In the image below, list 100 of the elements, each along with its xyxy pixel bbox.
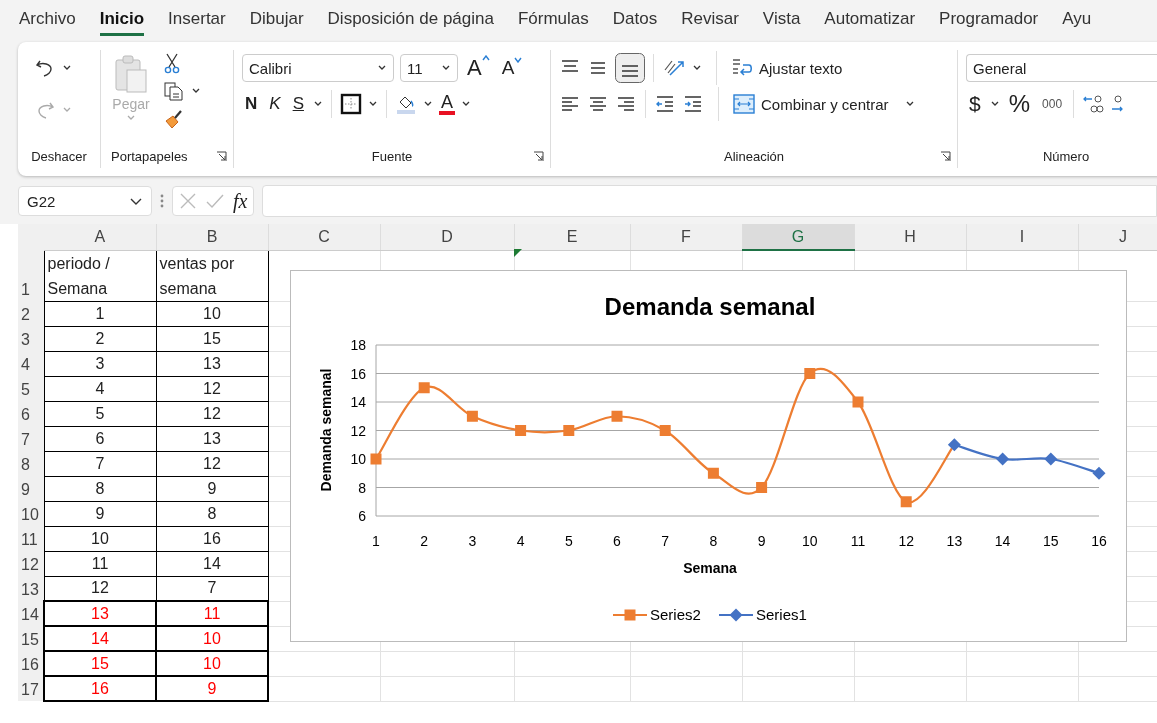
column-header[interactable]: E	[514, 224, 630, 250]
number-format-field[interactable]: General	[966, 54, 1157, 82]
column-header[interactable]: G	[742, 224, 854, 250]
formula-input[interactable]	[262, 185, 1157, 217]
row-header[interactable]: 3	[18, 326, 44, 351]
caret-icon[interactable]	[692, 64, 702, 72]
row-header[interactable]: 15	[18, 626, 44, 651]
caret-icon[interactable]	[312, 100, 323, 108]
launcher-icon[interactable]	[940, 151, 951, 162]
ribbon-tab[interactable]: Datos	[612, 4, 658, 36]
bold-button[interactable]: N	[242, 94, 261, 114]
column-header[interactable]: H	[854, 224, 966, 250]
tick-label: 16	[350, 365, 366, 382]
row-header[interactable]: 8	[18, 451, 44, 476]
row-header[interactable]: 16	[18, 651, 44, 676]
caret-icon[interactable]	[989, 100, 1000, 108]
table-cell: 15	[44, 651, 156, 676]
group-label: Deshacer	[31, 148, 87, 164]
underline-button[interactable]: S	[289, 94, 307, 114]
ribbon-tab[interactable]: Ayu	[1062, 4, 1092, 36]
font-color-button[interactable]: A	[438, 93, 455, 115]
grow-font-button[interactable]: A	[464, 55, 493, 81]
currency-button[interactable]: $	[966, 92, 984, 116]
caret-icon[interactable]	[367, 100, 378, 108]
row-header[interactable]: 5	[18, 376, 44, 401]
row-header[interactable]: 7	[18, 426, 44, 451]
borders-icon[interactable]	[339, 93, 362, 115]
launcher-icon[interactable]	[216, 151, 227, 162]
ribbon-tab[interactable]: Fórmulas	[517, 4, 589, 36]
square-data-point	[418, 382, 430, 394]
caret-icon[interactable]	[441, 64, 451, 72]
ribbon-tab[interactable]: Disposición de página	[327, 4, 494, 36]
row-header[interactable]: 11	[18, 526, 44, 551]
percent-button[interactable]: %	[1005, 90, 1034, 118]
table-cell: 6	[44, 426, 156, 451]
caret-icon[interactable]	[129, 196, 143, 206]
row-header[interactable]: 14	[18, 601, 44, 626]
row-header[interactable]: 2	[18, 301, 44, 326]
ribbon-tab[interactable]: Insertar	[168, 4, 226, 36]
row-header[interactable]: 9	[18, 476, 44, 501]
group-label: Número	[1042, 148, 1090, 164]
increase-indent-icon[interactable]	[682, 93, 704, 115]
italic-button[interactable]: K	[266, 94, 284, 114]
tick-label: 15	[1043, 533, 1059, 549]
caret-icon[interactable]	[461, 100, 471, 108]
increase-decimal-icon[interactable]	[1082, 93, 1105, 115]
chart[interactable]: Demanda semanal 6 8 10 12 14 16 18 1 2 3 4 5 6 7 8 9 10 11 12 13 14 15 16 Semana Demanda semanal Series2 Series1	[290, 270, 1127, 642]
caret-icon[interactable]	[191, 87, 201, 95]
scissors-icon[interactable]	[163, 52, 181, 74]
column-header[interactable]: D	[380, 224, 514, 250]
shrink-font-button[interactable]: A	[498, 57, 526, 79]
launcher-icon[interactable]	[533, 151, 544, 162]
row-header[interactable]: 4	[18, 351, 44, 376]
table-cell: 12	[156, 376, 268, 401]
row-header[interactable]: 6	[18, 401, 44, 426]
ribbon-tab[interactable]: Programador	[939, 4, 1039, 36]
column-header[interactable]: C	[268, 224, 380, 250]
row-header[interactable]: 13	[18, 576, 44, 601]
axis-title: Demanda semanal	[318, 368, 334, 492]
ribbon-tab[interactable]: Automatizar	[824, 4, 916, 36]
ribbon-tab[interactable]: Dibujar	[249, 4, 304, 36]
font-size-field[interactable]: 11	[400, 54, 458, 82]
insert-function-button[interactable]: fx	[233, 189, 248, 213]
column-header[interactable]: A	[44, 224, 156, 250]
tick-label: 16	[1091, 533, 1107, 549]
tick-label: 6	[358, 508, 366, 524]
ribbon-tab[interactable]: Revisar	[681, 4, 739, 36]
table-cell: 10	[44, 526, 156, 551]
tick-label: 12	[350, 422, 366, 439]
column-header[interactable]: J	[1078, 224, 1157, 250]
group-label: Portapapeles	[111, 148, 188, 164]
drag-handle-icon[interactable]	[160, 194, 164, 208]
square-data-point	[852, 396, 864, 408]
row-header[interactable]: 10	[18, 501, 44, 526]
column-header[interactable]: B	[156, 224, 268, 250]
brush-icon[interactable]	[163, 108, 185, 130]
ribbon-tab[interactable]: Vista	[762, 4, 801, 36]
column-header[interactable]: F	[630, 224, 742, 250]
column-header[interactable]: I	[966, 224, 1078, 250]
square-data-point	[611, 410, 623, 422]
caret-icon[interactable]	[62, 64, 72, 72]
caret-icon[interactable]	[377, 64, 387, 72]
ribbon-tab[interactable]: Archivo	[19, 4, 76, 36]
clipboard-icon[interactable]	[113, 54, 149, 94]
tick-label: 10	[350, 451, 366, 467]
font-name-field[interactable]: Calibri	[242, 54, 394, 82]
decrease-indent-icon[interactable]	[654, 93, 676, 115]
align-bottom-icon[interactable]	[615, 53, 645, 83]
row-header[interactable]: 1	[18, 250, 44, 301]
wrap-text-button[interactable]: Ajustar texto	[731, 57, 843, 79]
row-header[interactable]: 12	[18, 551, 44, 576]
thousands-button[interactable]: 000	[1039, 97, 1066, 111]
merge-center-button[interactable]: Combinar y centrar	[733, 94, 915, 114]
name-box[interactable]: G22	[18, 186, 152, 216]
square-data-point	[563, 425, 575, 436]
row-header[interactable]: 17	[18, 676, 44, 701]
copy-icon[interactable]	[163, 80, 185, 102]
square-data-point	[756, 482, 768, 493]
ribbon-tab[interactable]: Inicio	[99, 4, 145, 36]
caret-icon[interactable]	[422, 100, 433, 108]
